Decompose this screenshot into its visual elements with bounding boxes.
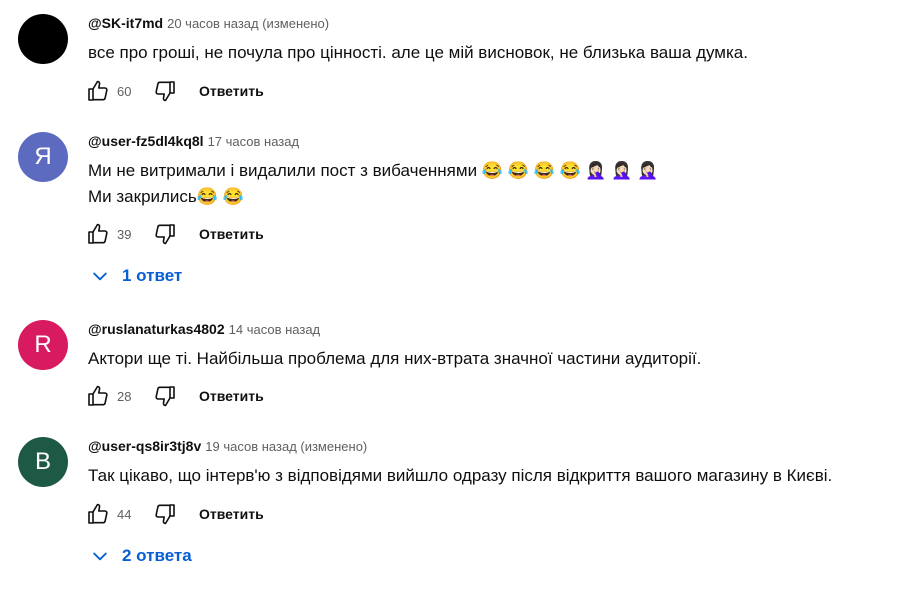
reply-button[interactable]: Ответить xyxy=(199,388,264,404)
thumbs-up-icon xyxy=(88,223,108,244)
comment-actions: 60 Ответить xyxy=(84,77,264,105)
show-replies-button[interactable]: 2 ответа xyxy=(88,544,192,568)
comment-author[interactable]: @ruslanaturkas4802 xyxy=(88,321,225,337)
like-button[interactable] xyxy=(84,77,112,105)
comment-actions: 44 Ответить xyxy=(84,500,264,528)
comment-time[interactable]: 14 часов назад xyxy=(229,322,321,337)
comment-text: Актори ще ті. Найбільша проблема для них… xyxy=(88,346,701,372)
comment-text: Ми не витримали і видалили пост з вибаче… xyxy=(88,158,658,210)
comment-text: Так цікаво, що інтерв'ю з відповідями ви… xyxy=(88,463,832,489)
comment-text-line: все про гроші, не почула про цінності. а… xyxy=(88,43,748,62)
comment-text-line: Ми не витримали і видалили пост з вибаче… xyxy=(88,161,659,180)
like-count: 28 xyxy=(117,388,132,404)
reply-button[interactable]: Ответить xyxy=(199,226,264,242)
comment-header: @user-qs8ir3tj8v 19 часов назад (изменено… xyxy=(88,437,367,456)
thumbs-up-icon xyxy=(88,385,108,406)
thumbs-down-icon xyxy=(155,386,175,407)
dislike-button[interactable] xyxy=(151,77,179,105)
comment-header: @SK-it7md 20 часов назад (изменено) xyxy=(88,14,329,33)
comment-time[interactable]: 17 часов назад xyxy=(208,134,300,149)
comment-author[interactable]: @user-qs8ir3tj8v xyxy=(88,438,201,454)
like-count: 60 xyxy=(117,83,132,99)
comment-text-line: Актори ще ті. Найбільша проблема для них… xyxy=(88,349,702,368)
dislike-button[interactable] xyxy=(151,220,179,248)
like-button[interactable] xyxy=(84,382,112,410)
thumbs-down-icon xyxy=(155,504,175,525)
comment-actions: 28 Ответить xyxy=(84,382,264,410)
thumbs-up-icon xyxy=(88,503,108,524)
comment-text-line: Ми закрились😂 😂 xyxy=(88,187,244,206)
comment-actions: 39 Ответить xyxy=(84,220,264,248)
thumbs-down-icon xyxy=(155,81,175,102)
comment-header: @ruslanaturkas4802 14 часов назад xyxy=(88,320,320,339)
comment-text: все про гроші, не почула про цінності. а… xyxy=(88,40,748,66)
chevron-down-icon xyxy=(88,264,112,288)
avatar[interactable]: Я xyxy=(18,132,68,182)
comment-author[interactable]: @SK-it7md xyxy=(88,15,163,31)
like-count: 39 xyxy=(117,226,132,242)
replies-label: 2 ответа xyxy=(122,546,192,565)
comment-time[interactable]: 19 часов назад (изменено) xyxy=(205,439,367,454)
comment-text-line: Так цікаво, що інтерв'ю з відповідями ви… xyxy=(88,466,833,485)
replies-label: 1 ответ xyxy=(122,266,183,285)
comment-time[interactable]: 20 часов назад (изменено) xyxy=(167,16,329,31)
thumbs-down-icon xyxy=(155,224,175,245)
like-button[interactable] xyxy=(84,220,112,248)
avatar[interactable]: B xyxy=(18,437,68,487)
dislike-button[interactable] xyxy=(151,382,179,410)
avatar[interactable] xyxy=(18,14,68,64)
like-count: 44 xyxy=(117,506,132,522)
chevron-down-icon xyxy=(88,544,112,568)
show-replies-button[interactable]: 1 ответ xyxy=(88,264,182,288)
dislike-button[interactable] xyxy=(151,500,179,528)
thumbs-up-icon xyxy=(88,80,108,101)
comment-author[interactable]: @user-fz5dl4kq8l xyxy=(88,133,204,149)
reply-button[interactable]: Ответить xyxy=(199,83,264,99)
reply-button[interactable]: Ответить xyxy=(199,506,264,522)
like-button[interactable] xyxy=(84,500,112,528)
avatar[interactable]: R xyxy=(18,320,68,370)
comment-header: @user-fz5dl4kq8l 17 часов назад xyxy=(88,132,299,151)
